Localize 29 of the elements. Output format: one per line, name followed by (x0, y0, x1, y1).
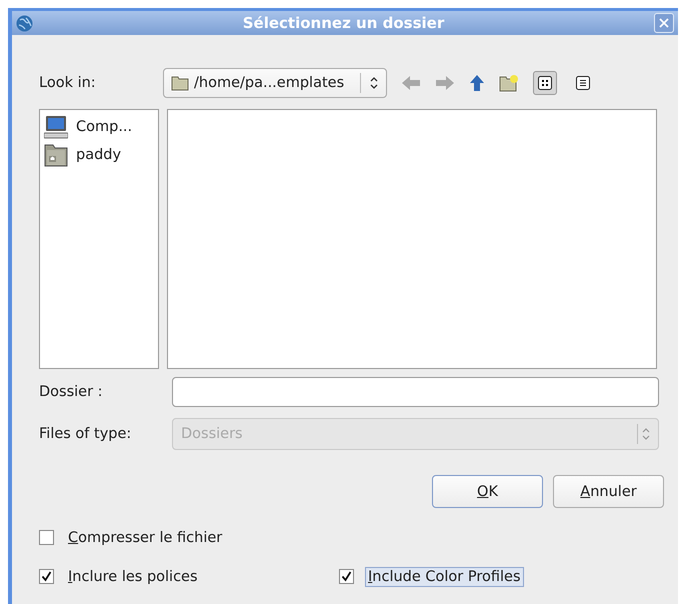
checkbox-label[interactable]: Include Color Profiles (365, 566, 524, 586)
globe-icon (16, 14, 33, 32)
checkbox-label[interactable]: Compresser le fichier (65, 528, 226, 548)
checkbox[interactable] (39, 569, 54, 584)
home-folder-icon (44, 143, 68, 167)
sidebar-item[interactable]: Comp... (44, 113, 154, 141)
spinner-arrows-icon (370, 77, 378, 89)
computer-icon (44, 115, 68, 139)
cancel-button[interactable]: Annuler (553, 475, 664, 508)
up-arrow-icon[interactable] (469, 74, 485, 92)
grid-icon (538, 76, 552, 90)
look-in-dropdown[interactable]: /home/pa...emplates (163, 68, 387, 98)
close-button[interactable] (654, 13, 674, 33)
sidebar-item[interactable]: paddy (44, 141, 154, 169)
icon-view-button[interactable] (533, 71, 557, 95)
folder-label: Dossier : (39, 384, 104, 400)
look-in-label: Look in: (39, 75, 97, 91)
checkbox-label[interactable]: Inclure les polices (65, 566, 201, 586)
new-folder-icon[interactable] (499, 74, 519, 92)
spinner-arrows-icon (642, 428, 650, 440)
checkbox[interactable] (339, 569, 354, 584)
list-icon (576, 76, 590, 90)
ok-button[interactable]: OK (432, 475, 543, 508)
close-icon (659, 18, 669, 28)
folder-icon (171, 76, 189, 90)
checkbox[interactable] (39, 530, 54, 545)
folder-input-field[interactable] (172, 377, 659, 407)
file-type-label: Files of type: (39, 426, 132, 442)
window-title: Sélectionnez un dossier (242, 14, 446, 32)
